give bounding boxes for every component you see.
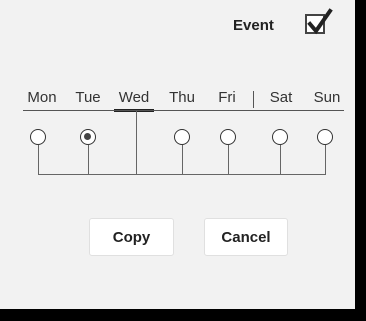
day-fri[interactable]: Fri [207,89,247,106]
sun-connector [325,145,326,174]
event-label: Event [233,17,274,34]
thu-connector [182,145,183,174]
radio-tue[interactable] [80,129,96,145]
weekend-divider [253,91,254,108]
day-sun[interactable]: Sun [307,89,347,106]
day-baseline [23,110,344,111]
radio-thu[interactable] [174,129,190,145]
checkmark-icon [307,8,333,35]
day-thu[interactable]: Thu [162,89,202,106]
radio-fri[interactable] [220,129,236,145]
day-wed[interactable]: Wed [114,89,154,112]
cancel-button[interactable]: Cancel [204,218,288,256]
day-tue[interactable]: Tue [68,89,108,106]
wed-connector [136,111,137,174]
radio-mon[interactable] [30,129,46,145]
copy-button[interactable]: Copy [89,218,174,256]
radio-sat[interactable] [272,129,288,145]
mon-connector [38,145,39,174]
connector-bus [38,174,326,175]
radio-sun[interactable] [317,129,333,145]
sat-connector [280,145,281,174]
day-mon[interactable]: Mon [22,89,62,106]
day-labels: Mon Tue Wed Thu Fri Sat Sun [0,89,355,112]
tue-connector [88,145,89,174]
day-sat[interactable]: Sat [261,89,301,106]
event-checkbox[interactable] [305,8,333,35]
fri-connector [228,145,229,174]
schedule-panel: Event Mon Tue Wed Thu Fri Sat Sun Copy C… [0,0,355,309]
